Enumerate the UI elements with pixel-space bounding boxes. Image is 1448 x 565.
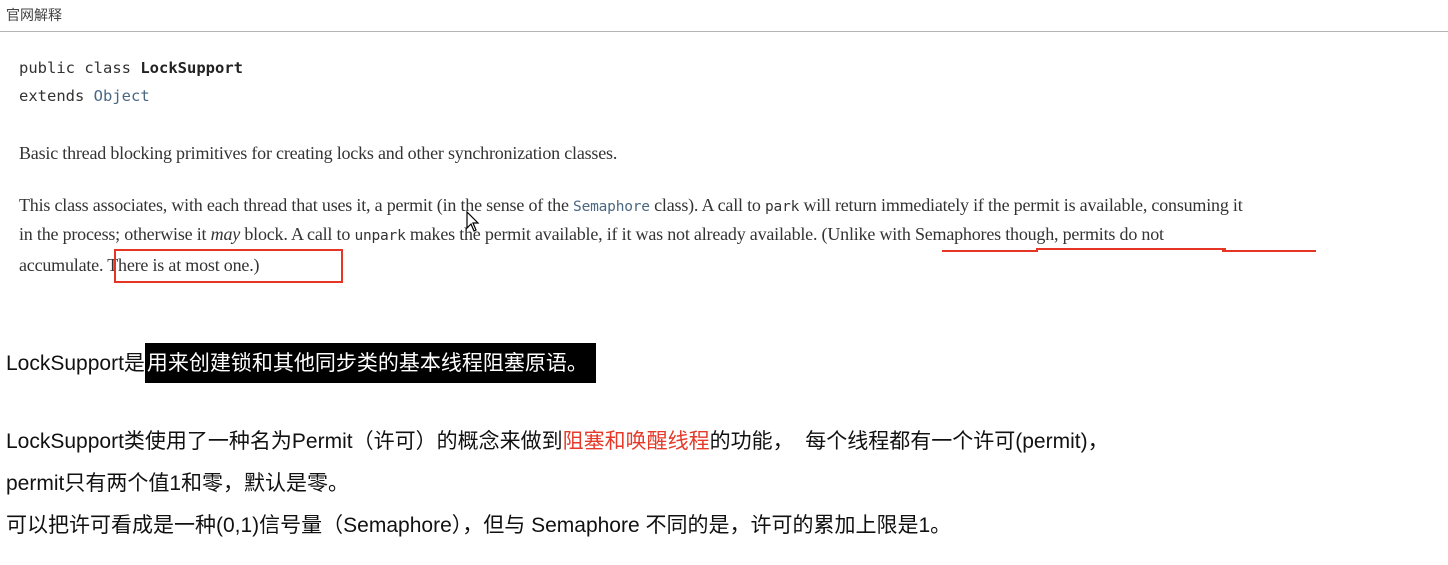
may-italic: may <box>210 224 241 244</box>
note-text: LockSupport类使用了一种名为Permit（许可）的概念来做到 <box>6 430 563 453</box>
note-text: 的功能， 每个线程都有一个许可(permit)， <box>709 430 1109 453</box>
unpark-code: unpark <box>354 228 406 244</box>
text-run: accumulate. <box>19 255 108 275</box>
text-run: This class associates, with each thread … <box>19 195 574 215</box>
object-link[interactable]: Object <box>94 87 150 105</box>
class-declaration: public class LockSupport <box>19 59 243 77</box>
text-run: block. A call to <box>240 224 355 244</box>
text-run: in the process; otherwise it <box>19 224 211 244</box>
note-line-4: 可以把许可看成是一种(0,1)信号量（Semaphore），但与 Semapho… <box>6 514 952 537</box>
extends-keyword: extends <box>19 87 94 105</box>
red-emphasis-text: 阻塞和唤醒线程 <box>562 430 710 453</box>
description-line-2: in the process; otherwise it may block. … <box>19 224 1164 245</box>
red-underline-annotation <box>1222 250 1316 252</box>
description-line-1: This class associates, with each thread … <box>19 195 1243 216</box>
text-run: class). A call to <box>649 195 766 215</box>
text-run: will return immediately if the permit is… <box>799 195 1243 215</box>
red-box-annotation <box>114 249 343 283</box>
class-name: LockSupport <box>140 59 243 77</box>
park-code: park <box>765 199 800 215</box>
note-line-3: permit只有两个值1和零，默认是零。 <box>6 472 350 495</box>
class-extends: extends Object <box>19 87 150 105</box>
mouse-cursor-icon <box>466 211 480 232</box>
title-divider <box>0 31 1448 32</box>
note-line-2: LockSupport类使用了一种名为Permit（许可）的概念来做到阻塞和唤醒… <box>6 425 1109 455</box>
red-underline-annotation <box>1036 248 1226 250</box>
class-summary: Basic thread blocking primitives for cre… <box>19 143 618 163</box>
red-underline-annotation <box>942 250 1038 252</box>
semaphore-link[interactable]: Semaphore <box>573 199 650 215</box>
highlighted-text: 用来创建锁和其他同步类的基本线程阻塞原语。 <box>144 343 596 383</box>
note-line-1: LockSupport是用来创建锁和其他同步类的基本线程阻塞原语。 <box>6 343 596 383</box>
decl-prefix: public class <box>19 59 141 77</box>
text-run: makes the permit available, if it was no… <box>405 224 1164 244</box>
note-text: LockSupport是 <box>6 352 145 375</box>
page-title: 官网解释 <box>6 8 62 24</box>
